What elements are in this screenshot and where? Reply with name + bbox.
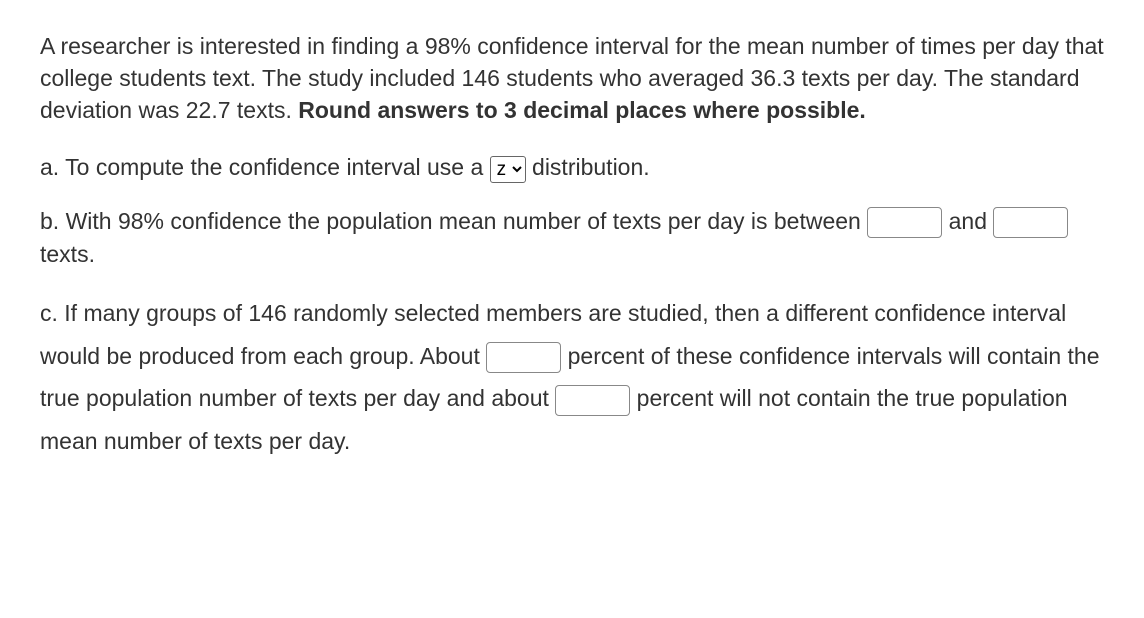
problem-instruction: Round answers to 3 decimal places where … xyxy=(298,97,866,123)
upper-bound-input[interactable] xyxy=(993,207,1068,238)
distribution-select[interactable]: z t xyxy=(490,156,526,183)
not-contain-percent-input[interactable] xyxy=(555,385,630,416)
part-a: a. To compute the confidence interval us… xyxy=(40,151,1104,183)
part-a-suffix: distribution. xyxy=(526,154,650,180)
lower-bound-input[interactable] xyxy=(867,207,942,238)
part-c: c. If many groups of 146 randomly select… xyxy=(40,292,1104,462)
part-b-prefix: b. With 98% confidence the population me… xyxy=(40,208,867,234)
part-b-suffix: texts. xyxy=(40,241,95,267)
contain-percent-input[interactable] xyxy=(486,342,561,373)
part-a-prefix: a. To compute the confidence interval us… xyxy=(40,154,490,180)
problem-statement: A researcher is interested in finding a … xyxy=(40,30,1104,127)
part-b: b. With 98% confidence the population me… xyxy=(40,205,1104,271)
part-b-and: and xyxy=(942,208,993,234)
